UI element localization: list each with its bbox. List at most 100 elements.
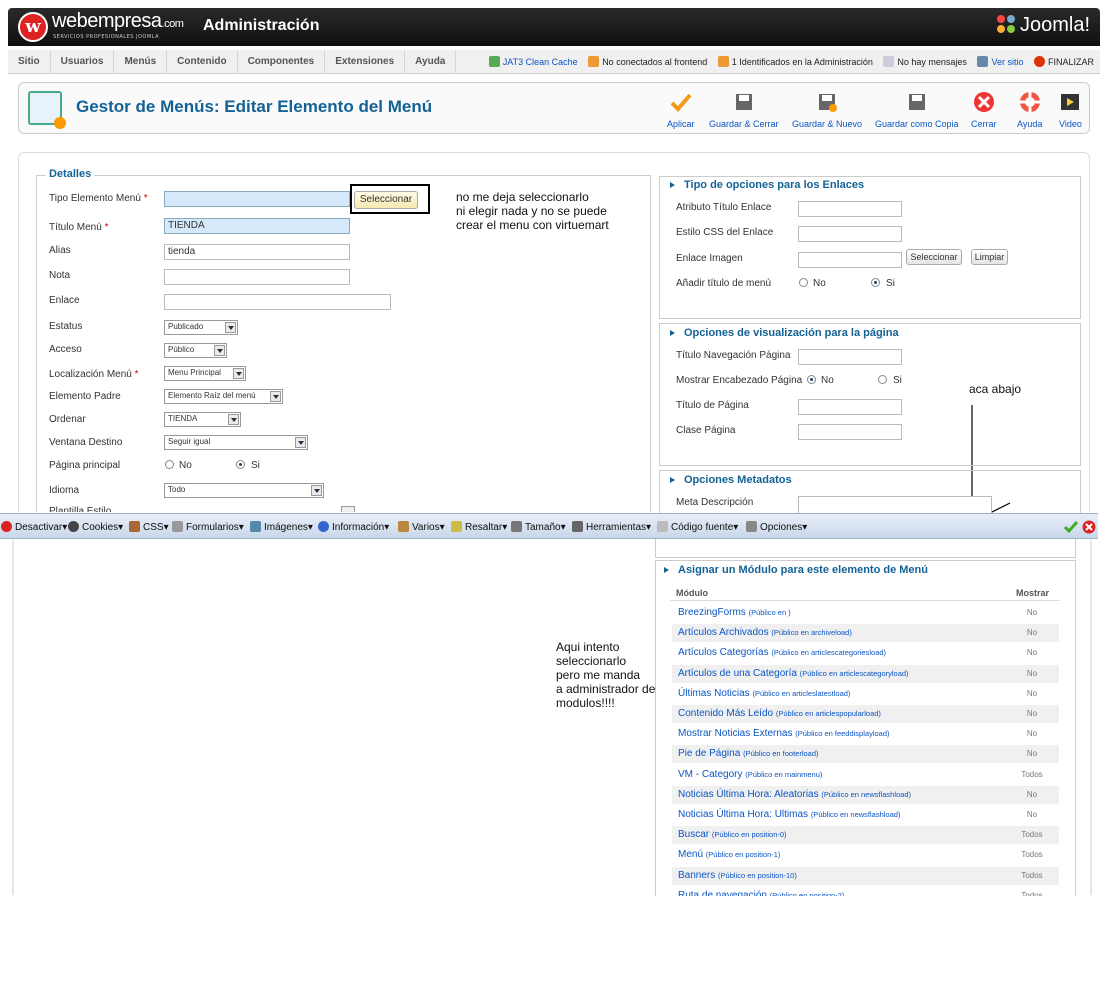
module-link[interactable]: Mostrar Noticias Externas (Público en fe… [678,728,890,739]
module-link[interactable]: Pie de Página (Público en footerload) [678,748,819,759]
save-new-button[interactable]: Guardar & Nuevo [792,91,862,129]
dev-imagenes[interactable]: Imágenes▾ [250,521,313,533]
link-options-title[interactable]: Tipo de opciones para los Enlaces [670,179,864,191]
encabezado-no-radio[interactable] [807,375,816,384]
meta-descripcion-label: Meta Descripción [676,497,754,508]
chevron-down-icon [214,345,225,356]
principal-no-label: No [179,460,192,471]
power-icon [1033,56,1045,67]
checkmark-icon [670,93,692,112]
anadir-no-radio[interactable] [799,278,808,287]
module-link[interactable]: Contenido Más Leído (Público en articles… [678,708,881,719]
module-show-value: No [1026,729,1038,739]
dev-herramientas[interactable]: Herramientas▾ [572,521,651,533]
atributo-input[interactable] [798,201,902,217]
localizacion-select[interactable]: Menu Principal [164,366,246,381]
menu-usuarios[interactable]: Usuarios [51,50,115,74]
clase-input[interactable] [798,424,902,440]
alias-input[interactable]: tienda [164,244,350,260]
help-button[interactable]: Ayuda [1017,91,1042,129]
anadir-label: Añadir título de menú [676,278,772,289]
note-annotation-3: Aqui intento seleccionarlo pero me manda a … [556,640,656,710]
main-menu-bar: Sitio Usuarios Menús Contenido Componentes Ex… [8,50,1100,74]
ventana-select[interactable]: Seguir igual [164,435,308,450]
module-link[interactable]: Últimas Noticias (Público en articleslat… [678,688,850,699]
padre-select[interactable]: Elemento Raíz del menú [164,389,283,404]
dev-varios[interactable]: Varios▾ [398,521,445,533]
page-display-title[interactable]: Opciones de visualización para la página [670,327,899,339]
dev-opciones[interactable]: Opciones▾ [746,521,807,533]
titulo-input[interactable]: TIENDA [164,218,350,234]
menu-extensiones[interactable]: Extensiones [325,50,406,74]
module-link[interactable]: Artículos Archivados (Público en archive… [678,627,852,638]
metadata-title[interactable]: Opciones Metadatos [670,474,792,486]
dev-resaltar[interactable]: Resaltar▾ [451,521,507,533]
module-row: BreezingForms (Público en ) No [672,604,1059,622]
source-icon [657,521,668,532]
save-copy-button[interactable]: Guardar como Copia [875,91,959,129]
imagen-seleccionar-button[interactable]: Seleccionar [906,249,962,265]
module-link[interactable]: Buscar (Público en position-0) [678,829,787,840]
estilo-input[interactable] [798,226,902,242]
chevron-down-icon [225,322,236,333]
check-icon[interactable] [1064,520,1078,534]
module-link[interactable]: BreezingForms (Público en ) [678,607,791,618]
menu-menus[interactable]: Menús [114,50,168,74]
dev-informacion[interactable]: Información▾ [318,521,389,533]
anadir-si-radio[interactable] [871,278,880,287]
module-link[interactable]: Artículos Categorías (Público en article… [678,647,886,658]
view-site-link[interactable]: Ver sitio [977,56,1023,67]
module-show-value: Todos [1021,769,1043,779]
navegacion-input[interactable] [798,349,902,365]
dev-cookies[interactable]: Cookies▾ [68,521,123,533]
dev-codigo-fuente[interactable]: Código fuente▾ [657,521,738,533]
imagen-limpiar-button[interactable]: Limpiar [971,249,1008,265]
logout-link[interactable]: FINALIZAR [1033,56,1094,67]
acceso-select[interactable]: Público [164,343,227,358]
monitor-icon [977,56,989,67]
ordenar-select[interactable]: TIENDA [164,412,241,427]
toolbar-box: Gestor de Menús: Editar Elemento del Men… [18,82,1090,134]
module-link[interactable]: Banners (Público en position-10) [678,870,797,881]
menu-componentes[interactable]: Componentes [238,50,326,74]
titulo-label: Título Menú * [49,222,109,233]
principal-no-radio[interactable] [165,460,174,469]
status-bar: JAT3 Clean Cache No conectados al fronte… [481,50,1094,74]
web-developer-toolbar: Desactivar▾ Cookies▾ CSS▾ Formularios▾ I… [0,513,1098,539]
tipo-input[interactable] [164,191,350,207]
imagen-input[interactable] [798,252,902,268]
principal-si-radio[interactable] [236,460,245,469]
nota-input[interactable] [164,269,350,285]
titulo-pagina-input[interactable] [798,399,902,415]
module-link[interactable]: VM - Category (Público en mainmenu) [678,769,822,780]
encabezado-si-radio[interactable] [878,375,887,384]
dev-tamano[interactable]: Tamaño▾ [511,521,566,533]
module-link[interactable]: Menú (Público en position-1) [678,849,780,860]
dev-css[interactable]: CSS▾ [129,521,169,533]
seleccionar-tipo-button[interactable]: Seleccionar [354,191,418,209]
dev-formularios[interactable]: Formularios▾ [172,521,244,533]
estatus-select[interactable]: Publicado [164,320,238,335]
close-button[interactable]: Cerrar [971,91,997,129]
menu-ayuda[interactable]: Ayuda [405,50,457,74]
enlace-input[interactable] [164,294,391,310]
menu-contenido[interactable]: Contenido [167,50,238,74]
idioma-select[interactable]: Todo [164,483,324,498]
save-close-button[interactable]: Guardar & Cerrar [709,91,779,129]
menu-sitio[interactable]: Sitio [8,50,51,74]
module-show-value: No [1026,810,1038,819]
messages-status[interactable]: No hay mensajes [883,56,967,67]
plantilla-select-arrow[interactable] [341,506,355,512]
module-link[interactable]: Artículos de una Categoría (Público en a… [678,668,909,679]
meta-descripcion-input[interactable] [798,496,992,513]
localizacion-label: Localización Menú * [49,369,139,380]
video-button[interactable]: Video [1059,91,1082,129]
close-icon[interactable] [1082,520,1096,534]
module-link[interactable]: Noticias Última Hora: Aleatorias (Públic… [678,789,911,800]
clean-cache-link[interactable]: JAT3 Clean Cache [488,56,578,67]
modules-title[interactable]: Asignar un Módulo para este elemento de … [664,564,928,576]
dev-desactivar[interactable]: Desactivar▾ [1,521,67,533]
module-link[interactable]: Noticias Última Hora: Ultimas (Público e… [678,809,900,820]
module-show-value: No [1026,688,1038,698]
apply-button[interactable]: Aplicar [667,91,695,129]
